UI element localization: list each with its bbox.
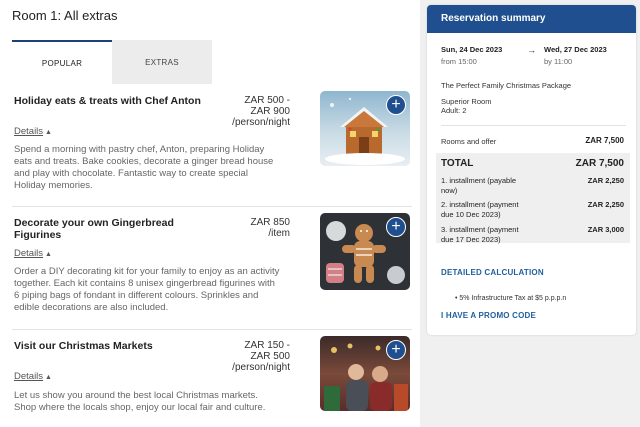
tax-line: • 5% Infrastructure Tax at $5 p.p.p.n bbox=[455, 295, 566, 302]
christmas-market-photo: + bbox=[320, 336, 410, 411]
extra-name: Holiday eats & treats with Chef Anton bbox=[14, 95, 201, 107]
extra-description: Let us show you around the best local Ch… bbox=[14, 390, 294, 414]
caret-up-icon: ▲ bbox=[45, 129, 52, 136]
divider bbox=[12, 329, 412, 330]
add-extra-button[interactable]: + bbox=[386, 340, 406, 360]
tab-popular[interactable]: POPULAR bbox=[12, 40, 112, 84]
add-extra-button[interactable]: + bbox=[386, 217, 406, 237]
extra-price: ZAR 500 - ZAR 900 /person/night bbox=[232, 95, 290, 128]
desc-line: 6 piping bags of fondant in different co… bbox=[14, 290, 259, 301]
rooms-offer-value: ZAR 7,500 bbox=[585, 136, 624, 145]
details-label: Details bbox=[14, 126, 44, 137]
tab-extras[interactable]: EXTRAS bbox=[112, 40, 212, 84]
installment-3-label: 3. installment (payment due 17 Dec 2023) bbox=[441, 225, 551, 245]
checkin-time: from 15:00 bbox=[441, 57, 477, 66]
installment-text: 1. installment (payable bbox=[441, 176, 517, 185]
room-title: Room 1: All extras bbox=[12, 8, 118, 23]
add-extra-button[interactable]: + bbox=[386, 95, 406, 115]
price-unit: /person/night bbox=[232, 117, 290, 128]
price-unit: /item bbox=[268, 228, 290, 239]
divider bbox=[441, 125, 626, 126]
desc-line: and play with chocolate. Fantastic way t… bbox=[14, 168, 248, 179]
detailed-calculation-link[interactable]: DETAILED CALCULATION bbox=[441, 268, 544, 277]
checkout-date: Wed, 27 Dec 2023 bbox=[544, 45, 607, 54]
price-line: ZAR 150 - bbox=[244, 340, 290, 351]
desc-line: Shop where the locals shop, enjoy our lo… bbox=[14, 402, 266, 413]
installment-3-value: ZAR 3,000 bbox=[587, 225, 624, 234]
promo-code-link[interactable]: I HAVE A PROMO CODE bbox=[441, 311, 536, 320]
details-label: Details bbox=[14, 248, 44, 259]
installment-1-label: 1. installment (payable now) bbox=[441, 176, 551, 196]
price-unit: /person/night bbox=[232, 362, 290, 373]
desc-line: Holiday memories. bbox=[14, 180, 93, 191]
adult-count: Adult: 2 bbox=[441, 106, 467, 115]
total-value: ZAR 7,500 bbox=[575, 158, 624, 169]
details-toggle[interactable]: Details ▲ bbox=[14, 371, 52, 382]
checkout-time: by 11:00 bbox=[544, 57, 573, 66]
arrow-right-icon: → bbox=[527, 45, 536, 55]
extra-name: Decorate your own Gingerbread Figurines bbox=[14, 217, 174, 241]
extras-panel: Room 1: All extras POPULAR EXTRAS Holida… bbox=[0, 0, 420, 427]
tax-text: 5% Infrastructure Tax at $5 p.p.p.n bbox=[459, 295, 567, 302]
rooms-offer-label: Rooms and offer bbox=[441, 137, 497, 146]
caret-up-icon: ▲ bbox=[45, 374, 52, 381]
installment-text: due 17 Dec 2023) bbox=[441, 235, 501, 244]
desc-line: Spend a morning with pastry chef, Anton,… bbox=[14, 144, 265, 155]
price-line: ZAR 900 bbox=[250, 106, 290, 117]
details-toggle[interactable]: Details ▲ bbox=[14, 248, 52, 259]
installment-text: due 10 Dec 2023) bbox=[441, 210, 501, 219]
extra-description: Order a DIY decorating kit for your fami… bbox=[14, 266, 294, 314]
details-toggle[interactable]: Details ▲ bbox=[14, 126, 52, 137]
package-name: The Perfect Family Christmas Package bbox=[441, 81, 572, 90]
extras-tabs: POPULAR EXTRAS bbox=[12, 40, 212, 84]
installment-text: now) bbox=[441, 186, 458, 195]
price-line: ZAR 850 bbox=[250, 217, 290, 228]
desc-line: edible decorations are also included. bbox=[14, 302, 169, 313]
reservation-summary-panel: Reservation summary Sun, 24 Dec 2023 fro… bbox=[427, 5, 636, 335]
extra-name: Visit our Christmas Markets bbox=[14, 340, 153, 352]
extra-name-line: Decorate your own Gingerbread bbox=[14, 217, 174, 229]
extra-price: ZAR 150 - ZAR 500 /person/night bbox=[232, 340, 290, 373]
total-box: TOTAL ZAR 7,500 1. installment (payable … bbox=[436, 153, 630, 245]
checkin-date: Sun, 24 Dec 2023 bbox=[441, 45, 503, 54]
installment-1-value: ZAR 2,250 bbox=[587, 176, 624, 185]
installment-2-label: 2. installment (payment due 10 Dec 2023) bbox=[441, 200, 551, 220]
installment-text: 3. installment (payment bbox=[441, 225, 519, 234]
desc-line: together. Each kit contains 8 unisex gin… bbox=[14, 278, 275, 289]
extra-price: ZAR 850 /item bbox=[251, 217, 290, 239]
extra-description: Spend a morning with pastry chef, Anton,… bbox=[14, 144, 294, 192]
installment-text: 2. installment (payment bbox=[441, 200, 519, 209]
extra-name-line: Figurines bbox=[14, 229, 62, 241]
price-line: ZAR 500 bbox=[250, 351, 290, 362]
details-label: Details bbox=[14, 371, 44, 382]
caret-up-icon: ▲ bbox=[45, 251, 52, 258]
gingerbread-figurines-photo: + bbox=[320, 213, 410, 290]
desc-line: eats and treats. Bake cookies, decorate … bbox=[14, 156, 274, 167]
desc-line: Order a DIY decorating kit for your fami… bbox=[14, 266, 280, 277]
reservation-summary-header: Reservation summary bbox=[427, 5, 636, 33]
installment-2-value: ZAR 2,250 bbox=[587, 200, 624, 209]
desc-line: Let us show you around the best local Ch… bbox=[14, 390, 258, 401]
price-line: ZAR 500 - bbox=[244, 95, 290, 106]
divider bbox=[12, 206, 412, 207]
total-label: TOTAL bbox=[441, 158, 474, 169]
room-type: Superior Room bbox=[441, 97, 492, 106]
gingerbread-house-photo: + bbox=[320, 91, 410, 166]
